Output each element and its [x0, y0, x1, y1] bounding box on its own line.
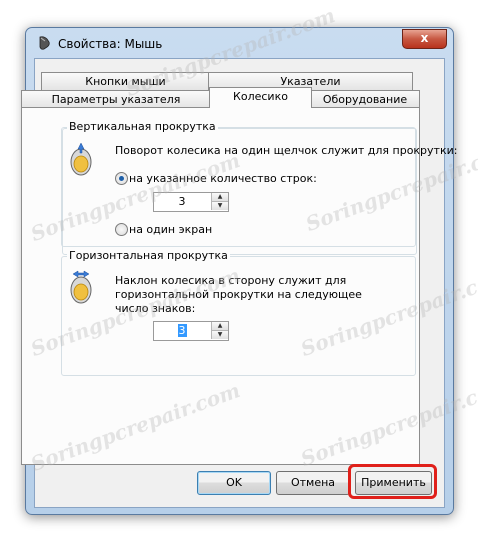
- lines-value[interactable]: 3: [154, 193, 210, 211]
- horizontal-description-line2: горизонтальной прокрутки на следующее: [115, 288, 362, 301]
- radio-screen-label[interactable]: на один экран: [129, 223, 212, 236]
- chevron-down-icon: ▼: [217, 331, 223, 338]
- chevron-down-icon: ▼: [217, 202, 223, 209]
- close-icon: x: [420, 31, 429, 45]
- vertical-scroll-title: Вертикальная прокрутка: [67, 120, 218, 133]
- horizontal-description-line3: число знаков:: [115, 302, 196, 315]
- radio-screen[interactable]: [115, 223, 128, 236]
- radio-lines[interactable]: [115, 172, 128, 185]
- chevron-up-icon: ▲: [217, 193, 223, 200]
- vertical-description: Поворот колесика на один щелчок служит д…: [115, 144, 458, 157]
- tab-wheel[interactable]: Колесико: [209, 87, 312, 108]
- tab-pointer-options[interactable]: Параметры указателя: [21, 90, 211, 108]
- chars-stepper[interactable]: 3 ▲ ▼: [153, 321, 229, 341]
- chars-value-text: 3: [177, 324, 187, 337]
- radio-lines-label[interactable]: на указанное количество строк:: [129, 172, 317, 185]
- stepper-down-button[interactable]: ▼: [211, 331, 228, 339]
- mouse-wheel-icon: [70, 142, 92, 176]
- stepper-up-button[interactable]: ▲: [211, 322, 228, 331]
- stepper-up-button[interactable]: ▲: [211, 193, 228, 202]
- close-button[interactable]: x: [402, 29, 447, 49]
- tab-label: Параметры указателя: [51, 93, 181, 106]
- tab-label: Кнопки мыши: [85, 75, 166, 88]
- tab-hardware[interactable]: Оборудование: [310, 90, 420, 108]
- apply-button-highlight: [348, 464, 437, 499]
- horizontal-scroll-title: Горизонтальная прокрутка: [67, 249, 230, 262]
- lines-stepper[interactable]: 3 ▲ ▼: [153, 192, 229, 212]
- stepper-down-button[interactable]: ▼: [211, 202, 228, 210]
- tab-label: Оборудование: [322, 93, 408, 106]
- chevron-up-icon: ▲: [217, 322, 223, 329]
- window-title: Свойства: Мышь: [58, 37, 163, 51]
- tab-label: Колесико: [233, 90, 288, 103]
- mouse-pointer-icon: [39, 36, 50, 50]
- cancel-button[interactable]: Отмена: [276, 471, 350, 495]
- title-bar[interactable]: Свойства: Мышь x: [26, 28, 453, 58]
- mouse-tilt-wheel-icon: [70, 270, 92, 304]
- horizontal-description-line1: Наклон колесика в сторону служит для: [115, 274, 347, 287]
- tab-mouse-buttons[interactable]: Кнопки мыши: [41, 72, 210, 90]
- chars-value[interactable]: 3: [154, 322, 210, 340]
- ok-button[interactable]: OK: [197, 471, 271, 495]
